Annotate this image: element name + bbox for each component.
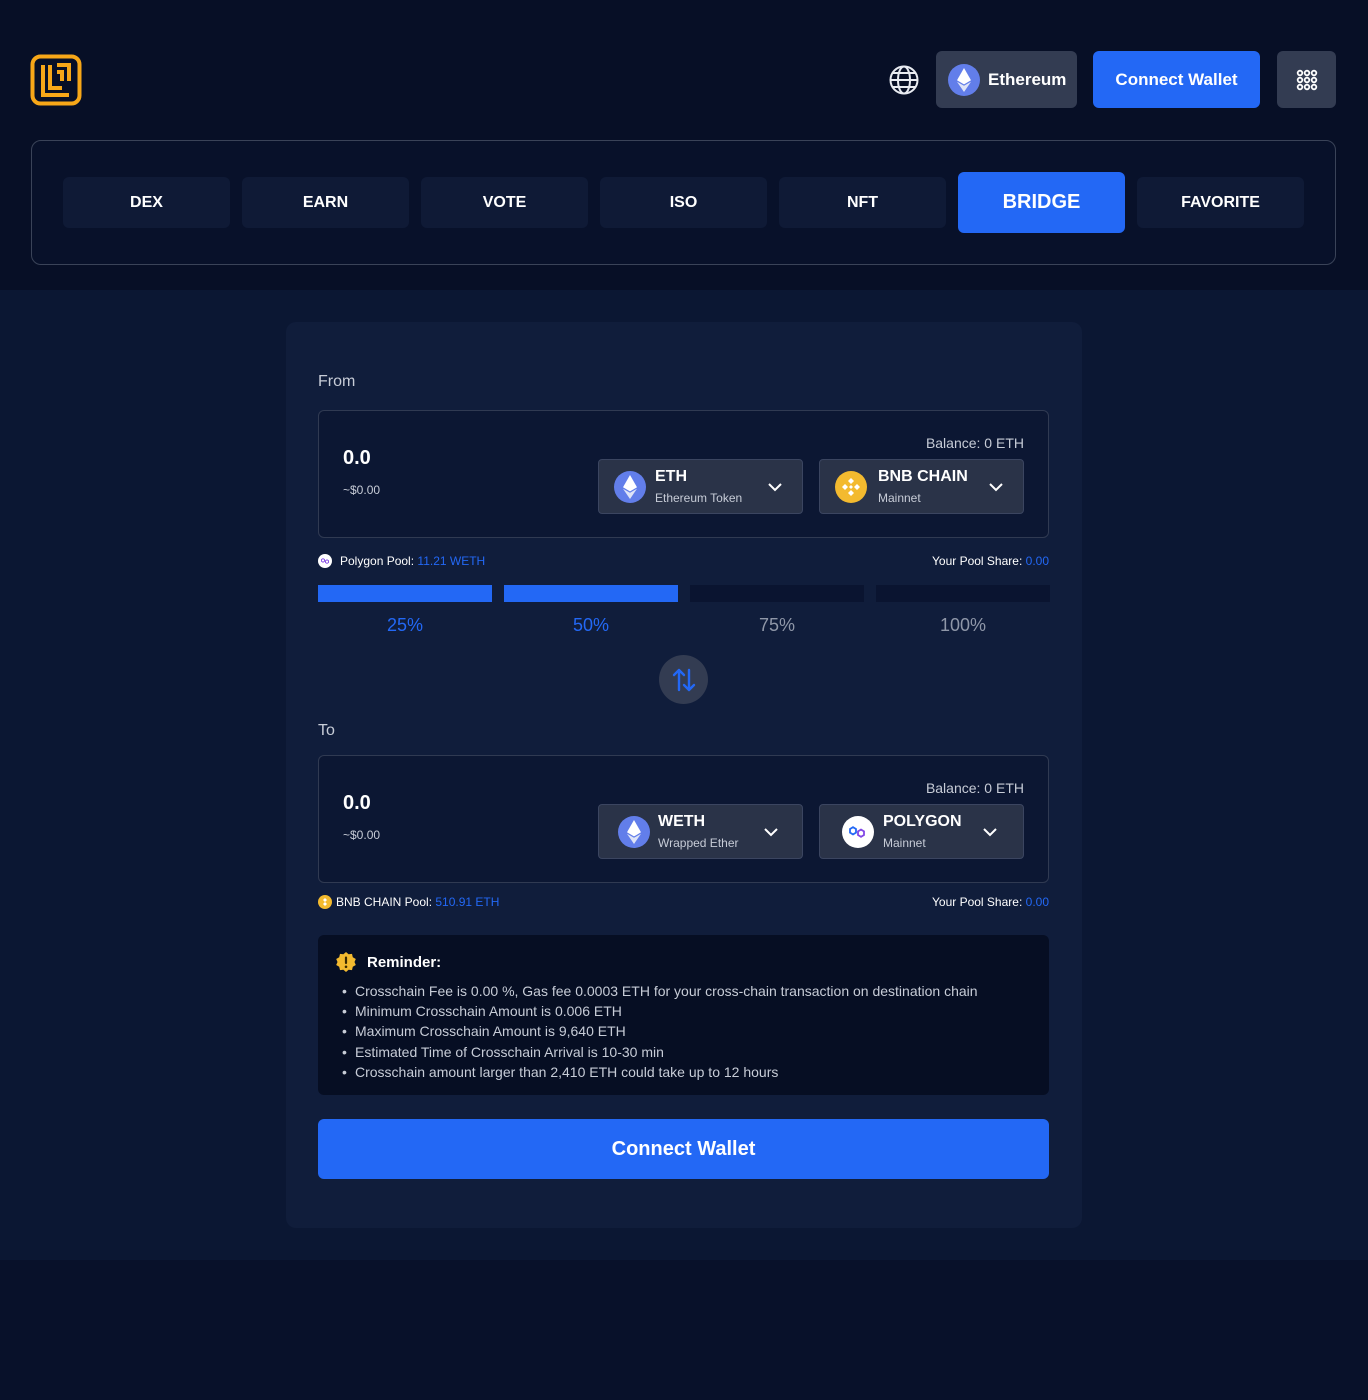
percent-option-25[interactable]: 25%	[318, 615, 492, 636]
chevron-down-icon	[989, 483, 1003, 492]
percent-bar-75[interactable]	[690, 585, 864, 602]
swap-arrows-icon	[672, 668, 695, 691]
chevron-down-icon	[983, 828, 997, 837]
from-label: From	[318, 373, 356, 390]
network-label: Ethereum	[988, 69, 1067, 89]
from-token-name: Ethereum Token	[655, 491, 743, 505]
ethereum-icon	[614, 471, 646, 503]
percent-option-50[interactable]: 50%	[504, 615, 678, 636]
globe-icon[interactable]	[887, 63, 921, 97]
apps-menu-button[interactable]	[1277, 51, 1336, 108]
bnb-chain-icon	[835, 471, 867, 503]
reminder-title: Reminder:	[367, 953, 442, 971]
polygon-icon	[318, 554, 332, 568]
tab-iso[interactable]: ISO	[600, 177, 767, 228]
percent-bar-50[interactable]	[504, 585, 678, 602]
reminder-item: Estimated Time of Crosschain Arrival is …	[342, 1042, 978, 1062]
to-amount-value[interactable]: 0.0	[343, 792, 371, 815]
ethereum-icon	[948, 63, 980, 96]
bnb-chain-icon	[318, 895, 332, 909]
tab-earn[interactable]: EARN	[242, 177, 409, 228]
reminder-list: Crosschain Fee is 0.00 %, Gas fee 0.0003…	[342, 981, 978, 1082]
tab-bridge[interactable]: BRIDGE	[958, 172, 1125, 233]
from-input-box: 0.0 ~$0.00 Balance: 0 ETH ETH Ethereum T…	[318, 410, 1049, 538]
to-chain-selector[interactable]: POLYGON Mainnet	[819, 804, 1024, 859]
reminder-item: Crosschain amount larger than 2,410 ETH …	[342, 1062, 978, 1082]
from-pool-share-label: Your Pool Share:	[932, 554, 1023, 568]
connect-wallet-button[interactable]: Connect Wallet	[318, 1119, 1049, 1179]
reminder-item: Maximum Crosschain Amount is 9,640 ETH	[342, 1021, 978, 1041]
chevron-down-icon	[764, 828, 778, 837]
to-input-box: 0.0 ~$0.00 Balance: 0 ETH WETH Wrapped E…	[318, 755, 1049, 883]
to-pool-value: 510.91 ETH	[435, 895, 500, 909]
tab-favorite[interactable]: FAVORITE	[1137, 177, 1304, 228]
from-pool-value: 11.21 WETH	[417, 554, 486, 568]
to-balance: Balance: 0 ETH	[925, 780, 1024, 796]
reminder-item: Minimum Crosschain Amount is 0.006 ETH	[342, 1001, 978, 1021]
to-chain-network: Mainnet	[883, 836, 926, 850]
grid-dots-icon	[1296, 69, 1317, 90]
warning-icon	[336, 952, 356, 972]
from-pool-info: Polygon Pool: 11.21 WETH Your Pool Share…	[318, 554, 1049, 570]
percent-bar-100[interactable]	[876, 585, 1050, 602]
brand-logo-icon[interactable]	[30, 54, 82, 106]
tab-nft[interactable]: NFT	[779, 177, 946, 228]
to-usd-value: ~$0.00	[343, 828, 381, 842]
ethereum-icon	[618, 816, 650, 848]
to-pool-share-value: 0.00	[1025, 895, 1049, 909]
from-token-symbol: ETH	[655, 468, 687, 485]
to-token-selector[interactable]: WETH Wrapped Ether	[598, 804, 803, 859]
from-balance: Balance: 0 ETH	[925, 435, 1024, 451]
percent-option-75[interactable]: 75%	[690, 615, 864, 636]
from-chain-selector[interactable]: BNB CHAIN Mainnet	[819, 459, 1024, 514]
to-pool-info: BNB CHAIN Pool: 510.91 ETH Your Pool Sha…	[318, 895, 1049, 911]
to-chain-name: POLYGON	[883, 813, 962, 830]
to-token-symbol: WETH	[658, 813, 706, 830]
from-pool-label: Polygon Pool:	[340, 554, 415, 568]
tab-dex[interactable]: DEX	[63, 177, 230, 228]
swap-direction-button[interactable]	[659, 655, 708, 704]
from-chain-network: Mainnet	[878, 491, 921, 505]
chevron-down-icon	[768, 483, 782, 492]
polygon-icon	[842, 816, 874, 848]
from-token-selector[interactable]: ETH Ethereum Token	[598, 459, 803, 514]
to-label: To	[318, 722, 335, 739]
reminder-box: Reminder: Crosschain Fee is 0.00 %, Gas …	[318, 935, 1049, 1095]
to-pool-label: BNB CHAIN Pool:	[336, 895, 433, 909]
percent-bar-25[interactable]	[318, 585, 492, 602]
to-token-name: Wrapped Ether	[658, 836, 739, 850]
tab-vote[interactable]: VOTE	[421, 177, 588, 228]
from-usd-value: ~$0.00	[343, 483, 381, 497]
connect-wallet-header-button[interactable]: Connect Wallet	[1093, 51, 1260, 108]
reminder-item: Crosschain Fee is 0.00 %, Gas fee 0.0003…	[342, 981, 978, 1001]
network-selector-button[interactable]: Ethereum	[936, 51, 1077, 108]
percent-option-100[interactable]: 100%	[876, 615, 1050, 636]
from-pool-share-value: 0.00	[1025, 554, 1049, 568]
from-amount-input[interactable]: 0.0	[343, 447, 371, 470]
to-pool-share-label: Your Pool Share:	[932, 895, 1023, 909]
from-chain-name: BNB CHAIN	[878, 468, 968, 485]
